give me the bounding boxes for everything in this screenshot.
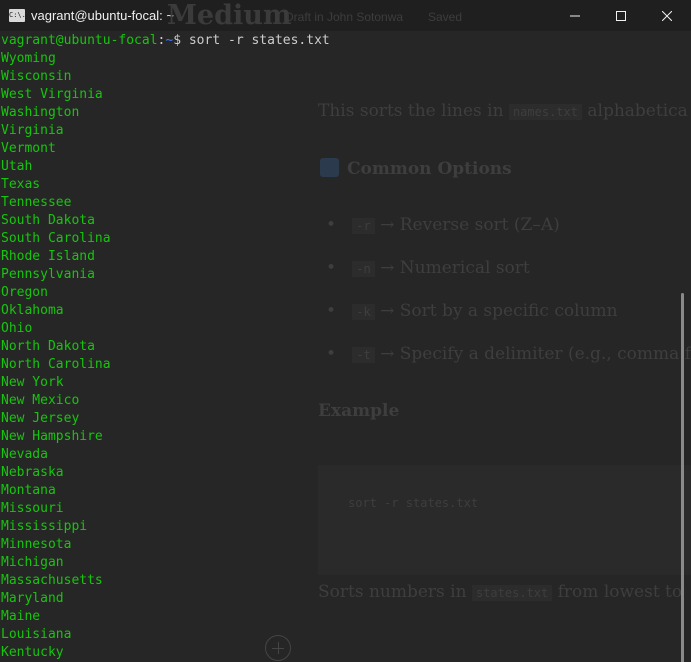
output-line: Virginia [1, 123, 64, 138]
background-option-text: → Reverse sort (Z–A) [380, 215, 560, 235]
output-line: Wyoming [1, 51, 56, 66]
bullet-icon: • [326, 258, 353, 278]
terminal-content[interactable]: This sorts the lines in names.txt alphab… [0, 31, 691, 662]
background-intro-before: This sorts the lines in [318, 101, 504, 121]
close-button[interactable] [644, 0, 690, 31]
output-line: Maine [1, 609, 41, 624]
background-intro-after: alphabetica [587, 101, 688, 121]
background-example-code: sort -r states.txt [348, 496, 479, 510]
output-line: North Carolina [1, 357, 111, 372]
output-line: Minnesota [1, 537, 72, 552]
bullet-icon: • [326, 215, 353, 235]
output-line: Michigan [1, 555, 64, 570]
window-title: vagrant@ubuntu-focal: ~ [31, 8, 174, 23]
output-line: Missouri [1, 501, 64, 516]
maximize-button[interactable] [598, 0, 644, 31]
background-brand-logo: Medium [167, 0, 292, 31]
output-line: Kentucky [1, 645, 64, 660]
output-line: Washington [1, 105, 80, 120]
title-bar[interactable]: C:\. vagrant@ubuntu-focal: ~ Medium Draf… [0, 0, 691, 31]
minimize-button[interactable] [552, 0, 598, 31]
background-section-heading-text: Common Options [347, 159, 512, 179]
output-line: South Carolina [1, 231, 111, 246]
output-line: Wisconsin [1, 69, 72, 84]
prompt-user: vagrant@ubuntu-focal [1, 33, 158, 48]
scrollbar-thumb[interactable] [681, 293, 684, 662]
output-line: Pennsylvania [1, 267, 95, 282]
output-line: Montana [1, 483, 56, 498]
output-line: Mississippi [1, 519, 88, 534]
output-line: Oklahoma [1, 303, 64, 318]
output-line: Rhode Island [1, 249, 95, 264]
terminal-output: vagrant@ubuntu-focal:~$ sort -r states.t… [1, 32, 330, 662]
output-line: Tennessee [1, 195, 72, 210]
output-line: Massachusetts [1, 573, 103, 588]
background-option-item: • -r → Reverse sort (Z–A) [326, 215, 560, 235]
background-option-code: -n [352, 261, 375, 277]
maximize-icon [616, 10, 626, 21]
prompt-line: vagrant@ubuntu-focal:~$ sort -r states.t… [1, 32, 330, 50]
output-line: North Dakota [1, 339, 95, 354]
output-line: South Dakota [1, 213, 95, 228]
background-option-code: -t [352, 347, 375, 363]
background-option-item: • -t → Specify a delimiter (e.g., comma … [326, 344, 691, 364]
background-option-code: -r [352, 218, 375, 234]
background-section-heading: Common Options [320, 158, 512, 179]
output-line: New Mexico [1, 393, 80, 408]
output-line: Louisiana [1, 627, 72, 642]
minimize-icon [570, 15, 580, 16]
output-line: Maryland [1, 591, 64, 606]
background-option-text: → Sort by a specific column [380, 301, 618, 321]
background-intro-code: names.txt [508, 104, 582, 120]
background-option-text: → Specify a delimiter (e.g., comma fo [380, 344, 691, 364]
terminal-app-icon: C:\. [9, 9, 25, 22]
output-line: Vermont [1, 141, 56, 156]
close-icon [662, 10, 672, 21]
bullet-icon: • [326, 344, 353, 364]
output-line: Nevada [1, 447, 48, 462]
background-saved-label: Saved [428, 10, 463, 24]
bullet-icon: • [326, 301, 353, 321]
prompt-command: sort -r states.txt [181, 33, 330, 48]
background-option-item: • -k → Sort by a specific column [326, 301, 618, 321]
background-option-text: → Numerical sort [380, 258, 530, 278]
background-sorts-before: Sorts numbers in [318, 582, 467, 602]
output-line: New York [1, 375, 64, 390]
output-line: Utah [1, 159, 33, 174]
background-sorts-after: from lowest to [557, 582, 683, 602]
output-line: Ohio [1, 321, 33, 336]
output-line: New Jersey [1, 411, 80, 426]
background-code-block [318, 465, 691, 575]
background-example-heading: Example [318, 401, 400, 421]
output-line: Nebraska [1, 465, 64, 480]
output-line: Texas [1, 177, 41, 192]
background-option-item: • -n → Numerical sort [326, 258, 530, 278]
background-option-code: -k [352, 304, 375, 320]
output-line: New Hampshire [1, 429, 103, 444]
output-line: Oregon [1, 285, 48, 300]
background-draft-label: Draft in John Sotonwa [285, 10, 404, 24]
output-line: West Virginia [1, 87, 103, 102]
prompt-symbol: $ [173, 33, 182, 48]
terminal-window: C:\. vagrant@ubuntu-focal: ~ Medium Draf… [0, 0, 691, 662]
background-sorts-line: Sorts numbers in states.txt from lowest … [318, 582, 682, 602]
background-intro-line: This sorts the lines in names.txt alphab… [318, 101, 688, 121]
background-sorts-code: states.txt [471, 585, 553, 601]
